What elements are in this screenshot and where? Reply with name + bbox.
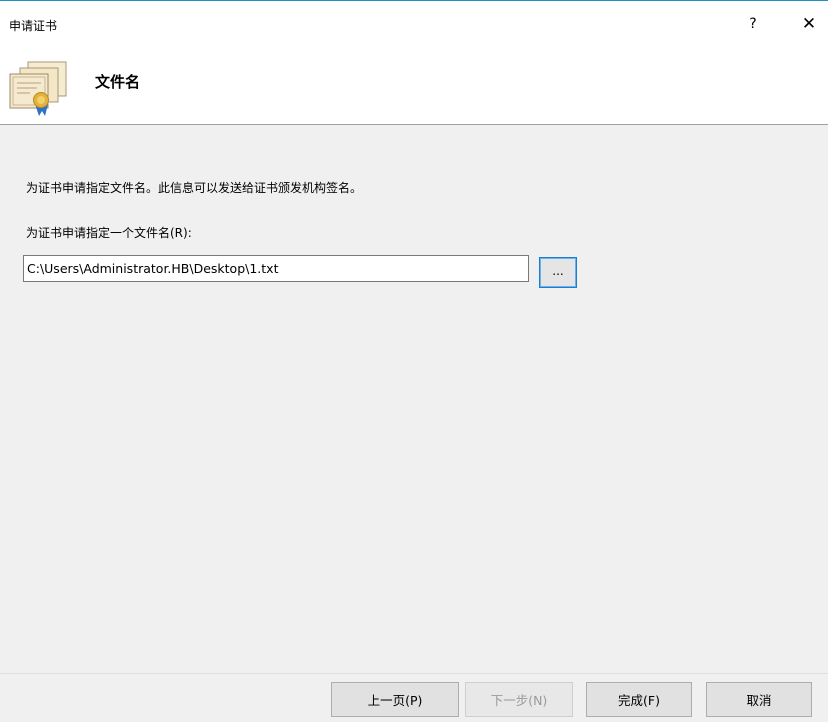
description-text: 为证书申请指定文件名。此信息可以发送给证书颁发机构签名。 [26, 181, 363, 195]
window-title: 申请证书 [9, 19, 58, 33]
back-button[interactable]: 上一页(P) [331, 682, 459, 717]
finish-button[interactable]: 完成(F) [586, 682, 692, 717]
next-button[interactable]: 下一步(N) [465, 682, 573, 717]
certificate-icon [9, 61, 67, 116]
close-button[interactable]: ✕ [786, 9, 828, 39]
page-title: 文件名 [95, 73, 141, 91]
wizard-footer: 上一页(P) 下一步(N) 完成(F) 取消 [0, 673, 828, 722]
wizard-header: 文件名 [0, 47, 828, 125]
filename-input[interactable] [23, 255, 529, 282]
help-button[interactable]: ? [730, 9, 776, 39]
filename-label: 为证书申请指定一个文件名(R): [26, 226, 192, 240]
request-certificate-dialog: 申请证书 ? ✕ 文件名 为证书申请指定文件名。此信息可以发送给证书颁发机构签名… [0, 0, 828, 722]
browse-button[interactable]: ... [539, 257, 577, 288]
title-bar: 申请证书 ? ✕ [0, 1, 828, 47]
cancel-button[interactable]: 取消 [706, 682, 812, 717]
